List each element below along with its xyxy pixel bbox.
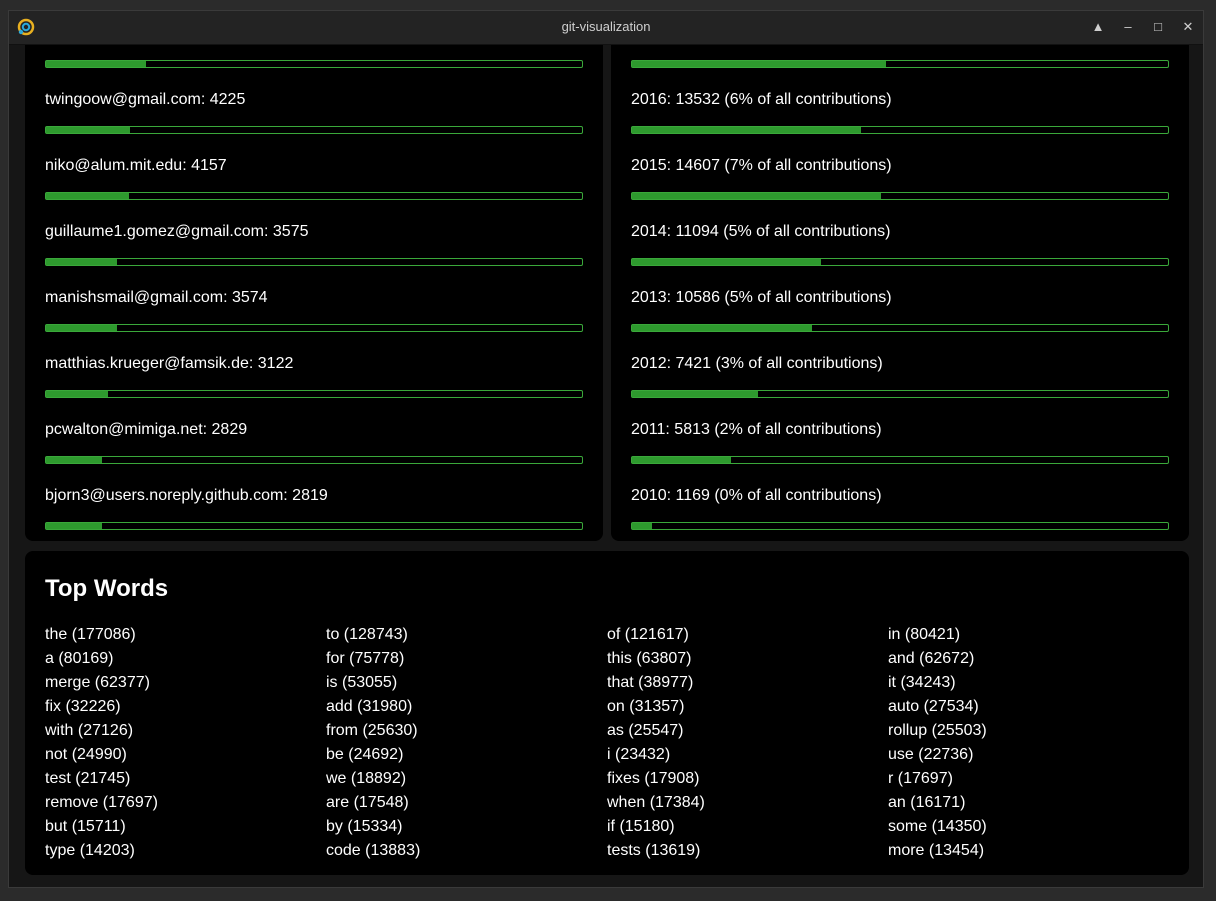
maximize-icon[interactable]: □ (1148, 17, 1168, 37)
minimize-icon[interactable]: – (1118, 17, 1138, 37)
word-count-item: code (13883) (326, 842, 421, 859)
year-progress-bar (631, 456, 1169, 464)
word-count-item: a (80169) (45, 650, 114, 667)
word-count-item: some (14350) (888, 818, 987, 835)
contributor-label: twingoow@gmail.com: 4225 (45, 91, 246, 108)
contributor-progress-fill (46, 61, 146, 67)
close-icon[interactable]: ✕ (1178, 17, 1198, 37)
contributor-progress-bar (45, 456, 583, 464)
year-progress-bar (631, 324, 1169, 332)
top-contributors-panel[interactable]: twingoow@gmail.com: 4225 niko@alum.mit.ed… (25, 45, 603, 541)
contributor-progress-fill (46, 457, 103, 463)
word-count-item: this (63807) (607, 650, 692, 667)
word-count-item: is (53055) (326, 674, 398, 691)
year-progress-bar (631, 390, 1169, 398)
year-label: 2016: 13532 (6% of all contributions) (631, 91, 892, 108)
word-count-item: rollup (25503) (888, 722, 987, 739)
year-label: 2013: 10586 (5% of all contributions) (631, 289, 892, 306)
word-count-item: with (27126) (45, 722, 134, 739)
contributor-label: matthias.krueger@famsik.de: 3122 (45, 355, 294, 372)
word-count-item: more (13454) (888, 842, 985, 859)
word-count-item: auto (27534) (888, 698, 979, 715)
word-count-item: to (128743) (326, 626, 408, 643)
word-count-item: for (75778) (326, 650, 405, 667)
year-label: 2011: 5813 (2% of all contributions) (631, 421, 882, 438)
contributor-progress-fill (46, 127, 131, 133)
word-count-item: merge (62377) (45, 674, 150, 691)
contributor-progress-bar (45, 522, 583, 530)
contributor-progress-fill (46, 259, 118, 265)
contributor-label: niko@alum.mit.edu: 4157 (45, 157, 227, 174)
word-count-item: an (16171) (888, 794, 966, 811)
word-count-item: from (25630) (326, 722, 418, 739)
window-title: git-visualization (561, 19, 651, 34)
top-words-panel: Top Words the (177086) to (128743) of (121… (25, 551, 1189, 875)
word-count-item: fixes (17908) (607, 770, 700, 787)
word-count-item: that (38977) (607, 674, 694, 691)
word-count-item: in (80421) (888, 626, 961, 643)
word-count-item: r (17697) (888, 770, 953, 787)
year-label: 2010: 1169 (0% of all contributions) (631, 487, 882, 504)
word-count-item: add (31980) (326, 698, 413, 715)
content-area[interactable]: twingoow@gmail.com: 4225 niko@alum.mit.ed… (9, 45, 1203, 887)
year-progress-bar (631, 192, 1169, 200)
year-progress-fill (632, 127, 862, 133)
word-count-item: remove (17697) (45, 794, 158, 811)
contributor-progress-fill (46, 193, 129, 199)
contributor-progress-bar (45, 60, 583, 68)
word-count-item: be (24692) (326, 746, 404, 763)
year-label: 2014: 11094 (5% of all contributions) (631, 223, 891, 240)
contributor-progress-bar (45, 324, 583, 332)
app-window: git-visualization ▲ – □ ✕ twingoow@gmail… (8, 10, 1204, 888)
contributor-label: bjorn3@users.noreply.github.com: 2819 (45, 487, 328, 504)
year-progress-bar (631, 126, 1169, 134)
contributor-progress-fill (46, 325, 118, 331)
top-words-heading: Top Words (45, 575, 169, 602)
word-count-item: test (21745) (45, 770, 131, 787)
word-count-item: it (34243) (888, 674, 956, 691)
word-count-item: fix (32226) (45, 698, 121, 715)
word-count-item: as (25547) (607, 722, 684, 739)
contributor-label: manishsmail@gmail.com: 3574 (45, 289, 268, 306)
word-count-item: are (17548) (326, 794, 409, 811)
year-progress-bar (631, 60, 1169, 68)
word-count-item: type (14203) (45, 842, 135, 859)
word-count-item: i (23432) (607, 746, 671, 763)
word-count-item: when (17384) (607, 794, 705, 811)
year-progress-fill (632, 523, 652, 529)
contributor-label: pcwalton@mimiga.net: 2829 (45, 421, 248, 438)
contributor-progress-bar (45, 126, 583, 134)
word-count-item: and (62672) (888, 650, 975, 667)
year-progress-fill (632, 457, 731, 463)
contributor-progress-bar (45, 192, 583, 200)
word-count-item: by (15334) (326, 818, 403, 835)
year-label: 2015: 14607 (7% of all contributions) (631, 157, 892, 174)
word-count-item: we (18892) (326, 770, 407, 787)
title-bar[interactable]: git-visualization ▲ – □ ✕ (9, 11, 1203, 45)
word-count-item: tests (13619) (607, 842, 701, 859)
contributor-progress-bar (45, 258, 583, 266)
year-progress-bar (631, 258, 1169, 266)
contributor-progress-bar (45, 390, 583, 398)
year-progress-fill (632, 193, 881, 199)
year-progress-bar (631, 522, 1169, 530)
contributions-by-year-panel[interactable]: 2016: 13532 (6% of all contributions) 201… (611, 45, 1189, 541)
contributor-progress-fill (46, 391, 109, 397)
contributor-progress-fill (46, 523, 103, 529)
word-count-item: use (22736) (888, 746, 974, 763)
word-count-item: of (121617) (607, 626, 689, 643)
year-progress-fill (632, 325, 813, 331)
contributor-label: guillaume1.gomez@gmail.com: 3575 (45, 223, 309, 240)
year-label: 2012: 7421 (3% of all contributions) (631, 355, 883, 372)
word-count-item: not (24990) (45, 746, 127, 763)
year-progress-fill (632, 391, 759, 397)
word-count-item: the (177086) (45, 626, 136, 643)
word-count-item: but (15711) (45, 818, 126, 835)
word-count-item: if (15180) (607, 818, 675, 835)
year-progress-fill (632, 61, 887, 67)
shade-window-icon[interactable]: ▲ (1088, 17, 1108, 37)
year-progress-fill (632, 259, 821, 265)
word-count-item: on (31357) (607, 698, 685, 715)
